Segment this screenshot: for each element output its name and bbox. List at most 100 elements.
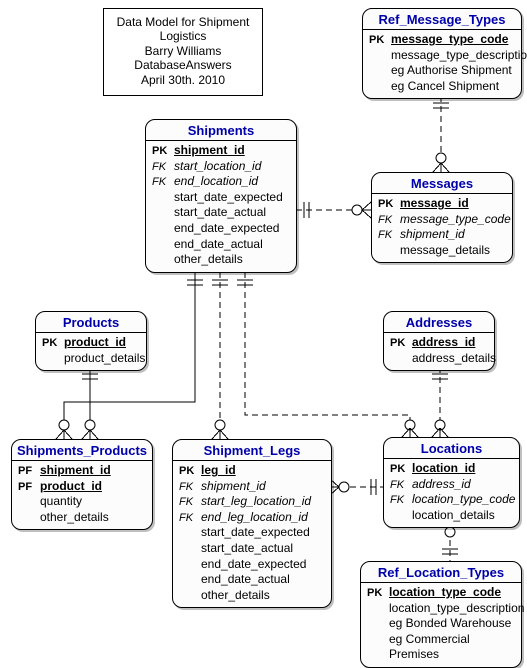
entity-title: Locations — [384, 438, 519, 459]
entity-attribute-row: PKmessage_id — [378, 196, 506, 212]
entity-attribute-row: FKmessage_type_code — [378, 212, 506, 228]
entity-body: PKshipment_idFKstart_location_idFKend_lo… — [146, 141, 296, 272]
key-indicator: FK — [179, 495, 201, 509]
attribute-name: other_details — [201, 588, 325, 604]
attribute-name: product_details — [64, 351, 145, 367]
entity-title: Shipment_Legs — [173, 440, 331, 461]
entity-body: PFshipment_idPFproduct_idquantityother_d… — [12, 461, 152, 529]
entity-attribute-row: other_details — [152, 252, 290, 268]
attribute-name: message_details — [400, 243, 506, 259]
attribute-name: location_details — [412, 508, 513, 524]
info-line: DatabaseAnswers — [114, 58, 252, 72]
entity-ref-location-types: Ref_Location_TypesPKlocation_type_codelo… — [360, 561, 522, 668]
info-line: April 30th. 2010 — [114, 73, 252, 87]
key-indicator: FK — [390, 493, 412, 507]
attribute-name: location_type_description — [389, 601, 524, 617]
attribute-name: other_details — [40, 510, 146, 526]
key-indicator: PK — [152, 144, 174, 158]
entity-body: PKmessage_type_codemessage_type_descript… — [363, 30, 521, 98]
attribute-name: eg Bonded Warehouse — [389, 616, 515, 632]
key-indicator: PF — [18, 464, 40, 478]
entity-attribute-row: end_date_actual — [179, 572, 325, 588]
entity-attribute-row: eg Authorise Shipment — [369, 63, 515, 79]
key-indicator: PK — [390, 336, 412, 350]
attribute-name: other_details — [174, 252, 290, 268]
entity-attribute-row: FKlocation_type_code — [390, 492, 513, 508]
attribute-name: end_date_actual — [201, 572, 325, 588]
entity-title: Ref_Message_Types — [363, 9, 521, 30]
entity-body: PKlocation_type_codelocation_type_descri… — [361, 583, 521, 667]
key-indicator: FK — [152, 160, 174, 174]
entity-products: Products PKproduct_idproduct_details — [35, 311, 147, 371]
entity-shipment-legs: Shipment_LegsPKleg_idFKshipment_idFKstar… — [172, 439, 332, 608]
entity-attribute-row: start_date_actual — [179, 541, 325, 557]
key-indicator: PK — [367, 586, 389, 600]
attribute-name: end_date_expected — [174, 221, 290, 237]
entity-attribute-row: PKmessage_type_code — [369, 32, 515, 48]
entity-attribute-row: eg Cancel Shipment — [369, 79, 515, 95]
attribute-name: product_id — [40, 479, 146, 495]
entity-title: Ref_Location_Types — [361, 562, 521, 583]
entity-attribute-row: PFshipment_id — [18, 463, 146, 479]
entity-attribute-row: PKlocation_type_code — [367, 585, 515, 601]
key-indicator: PK — [390, 462, 412, 476]
entity-attribute-row: message_details — [378, 243, 506, 259]
entity-attribute-row: FKend_leg_location_id — [179, 510, 325, 526]
entity-attribute-row: address_details — [390, 351, 488, 367]
attribute-name: product_id — [64, 335, 140, 351]
entity-shipments: ShipmentsPKshipment_idFKstart_location_i… — [145, 119, 297, 273]
entity-attribute-row: FKend_location_id — [152, 174, 290, 190]
attribute-name: eg Cancel Shipment — [391, 79, 515, 95]
entity-attribute-row: FKstart_leg_location_id — [179, 494, 325, 510]
entity-title: Shipments — [146, 120, 296, 141]
attribute-name: leg_id — [201, 463, 325, 479]
entity-attribute-row: end_date_expected — [152, 221, 290, 237]
key-indicator: FK — [378, 213, 400, 227]
key-indicator: PK — [369, 33, 391, 47]
entity-body: PKmessage_idFKmessage_type_codeFKshipmen… — [372, 194, 512, 262]
attribute-name: address_id — [412, 335, 488, 351]
entity-attribute-row: start_date_actual — [152, 205, 290, 221]
entity-messages: MessagesPKmessage_idFKmessage_type_codeF… — [371, 172, 513, 263]
key-indicator: PK — [378, 197, 400, 211]
entity-attribute-row: PFproduct_id — [18, 479, 146, 495]
attribute-name: shipment_id — [174, 143, 290, 159]
entity-title: Addresses — [384, 312, 494, 333]
attribute-name: message_type_code — [391, 32, 515, 48]
attribute-name: address_id — [412, 477, 513, 493]
entity-attribute-row: end_date_actual — [152, 237, 290, 253]
entity-title: Messages — [372, 173, 512, 194]
entity-attribute-row: PKleg_id — [179, 463, 325, 479]
attribute-name: location_type_code — [412, 492, 515, 508]
entity-attribute-row: PKlocation_id — [390, 461, 513, 477]
entity-body: PKaddress_idaddress_details — [384, 333, 494, 370]
key-indicator: FK — [378, 228, 400, 242]
attribute-name: end_date_actual — [174, 237, 290, 253]
key-indicator: FK — [152, 175, 174, 189]
entity-attribute-row: start_date_expected — [152, 190, 290, 206]
entity-addresses: AddressesPKaddress_idaddress_details — [383, 311, 495, 371]
attribute-name: location_id — [412, 461, 513, 477]
entity-attribute-row: PKshipment_id — [152, 143, 290, 159]
diagram-info-box: Data Model for Shipment Logistics Barry … — [103, 8, 263, 96]
entity-title: Products — [36, 312, 146, 333]
attribute-name: start_date_expected — [174, 190, 290, 206]
attribute-name: location_type_code — [389, 585, 515, 601]
attribute-name: end_leg_location_id — [201, 510, 325, 526]
attribute-name: start_location_id — [174, 159, 290, 175]
attribute-name: shipment_id — [201, 479, 325, 495]
key-indicator: PF — [18, 480, 40, 494]
entity-attribute-row: FKshipment_id — [378, 227, 506, 243]
attribute-name: message_type_code — [400, 212, 511, 228]
attribute-name: message_type_description — [391, 48, 527, 64]
entity-title: Shipments_Products — [12, 440, 152, 461]
key-indicator: PK — [179, 464, 201, 478]
attribute-name: end_location_id — [174, 174, 290, 190]
key-indicator: FK — [390, 478, 412, 492]
entity-attribute-row: start_date_expected — [179, 525, 325, 541]
attribute-name: start_date_actual — [174, 205, 290, 221]
entity-attribute-row: FKshipment_id — [179, 479, 325, 495]
entity-attribute-row: end_date_expected — [179, 557, 325, 573]
attribute-name: eg Authorise Shipment — [391, 63, 515, 79]
entity-attribute-row: PKproduct_id — [42, 335, 140, 351]
